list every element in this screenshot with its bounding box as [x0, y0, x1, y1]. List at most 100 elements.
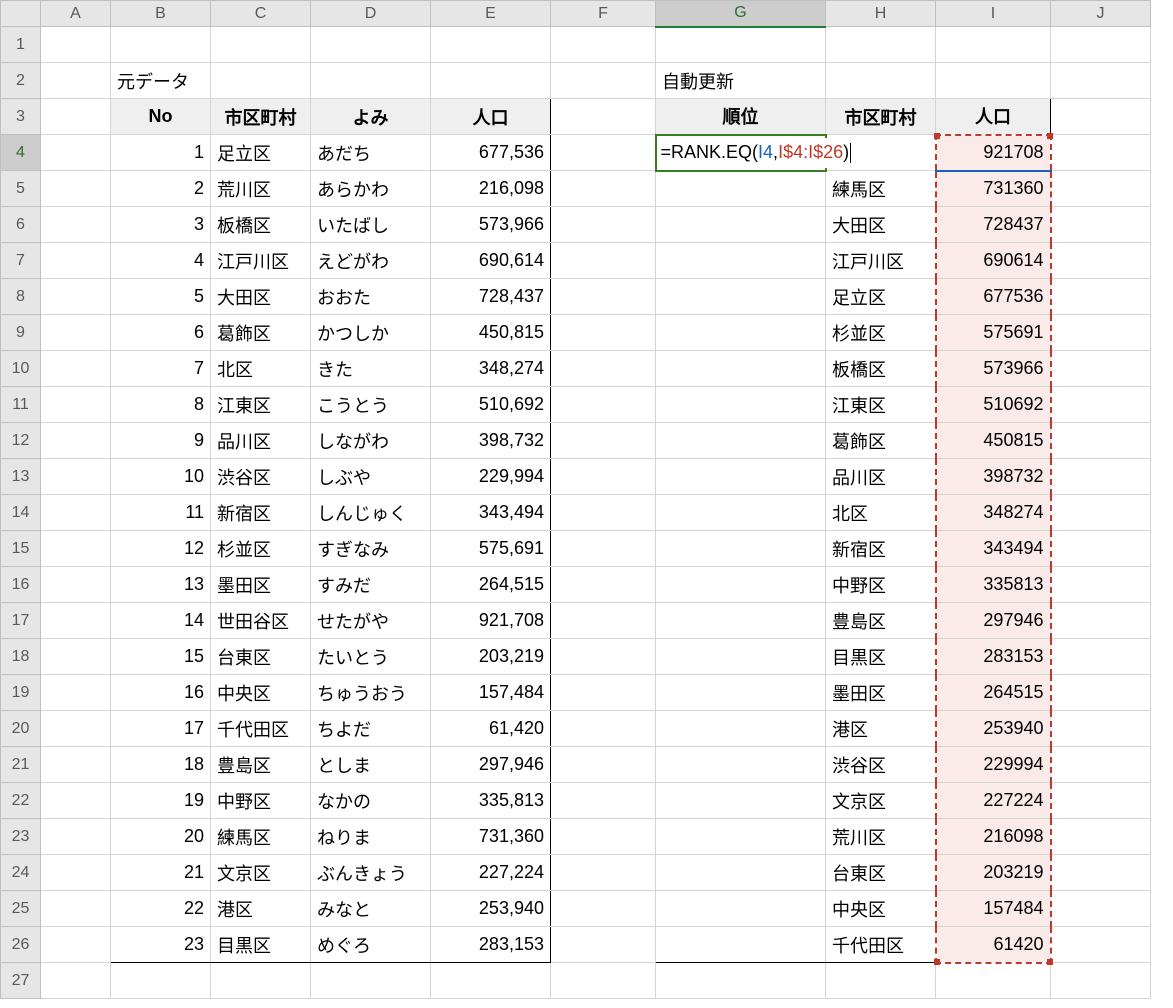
cell-J25[interactable]: [1051, 891, 1151, 927]
cell-F4[interactable]: [551, 135, 656, 171]
cell-F17[interactable]: [551, 603, 656, 639]
cell-H23[interactable]: 荒川区: [826, 819, 936, 855]
cell-B11[interactable]: 8: [111, 387, 211, 423]
cell-A19[interactable]: [41, 675, 111, 711]
cell-F26[interactable]: [551, 927, 656, 963]
cell-F9[interactable]: [551, 315, 656, 351]
cell-J13[interactable]: [1051, 459, 1151, 495]
cell-G11[interactable]: [656, 387, 826, 423]
cell-G24[interactable]: [656, 855, 826, 891]
cell-J16[interactable]: [1051, 567, 1151, 603]
cell-J19[interactable]: [1051, 675, 1151, 711]
cell-F3[interactable]: [551, 99, 656, 135]
cell-I20[interactable]: 253940: [936, 711, 1051, 747]
cell-B7[interactable]: 4: [111, 243, 211, 279]
cell-B3[interactable]: No: [111, 99, 211, 135]
cell-D8[interactable]: おおた: [311, 279, 431, 315]
cell-B27[interactable]: [111, 963, 211, 999]
cell-E22[interactable]: 335,813: [431, 783, 551, 819]
cell-D4[interactable]: あだち: [311, 135, 431, 171]
cell-G10[interactable]: [656, 351, 826, 387]
cell-G15[interactable]: [656, 531, 826, 567]
cell-C23[interactable]: 練馬区: [211, 819, 311, 855]
cell-A9[interactable]: [41, 315, 111, 351]
cell-J8[interactable]: [1051, 279, 1151, 315]
cell-J24[interactable]: [1051, 855, 1151, 891]
cell-C2[interactable]: [211, 63, 311, 99]
cell-I19[interactable]: 264515: [936, 675, 1051, 711]
cell-C7[interactable]: 江戸川区: [211, 243, 311, 279]
cell-E12[interactable]: 398,732: [431, 423, 551, 459]
cell-E17[interactable]: 921,708: [431, 603, 551, 639]
cell-J10[interactable]: [1051, 351, 1151, 387]
row-header-6[interactable]: 6: [1, 207, 41, 243]
cell-F25[interactable]: [551, 891, 656, 927]
cell-I2[interactable]: [936, 63, 1051, 99]
cell-D6[interactable]: いたばし: [311, 207, 431, 243]
row-header-11[interactable]: 11: [1, 387, 41, 423]
column-header-C[interactable]: C: [211, 1, 311, 27]
cell-B25[interactable]: 22: [111, 891, 211, 927]
cell-C22[interactable]: 中野区: [211, 783, 311, 819]
cell-A15[interactable]: [41, 531, 111, 567]
cell-B18[interactable]: 15: [111, 639, 211, 675]
cell-D23[interactable]: ねりま: [311, 819, 431, 855]
column-header-H[interactable]: H: [826, 1, 936, 27]
cell-B6[interactable]: 3: [111, 207, 211, 243]
cell-B21[interactable]: 18: [111, 747, 211, 783]
cell-G13[interactable]: [656, 459, 826, 495]
cell-E16[interactable]: 264,515: [431, 567, 551, 603]
row-header-15[interactable]: 15: [1, 531, 41, 567]
cell-G27[interactable]: [656, 963, 826, 999]
cell-B23[interactable]: 20: [111, 819, 211, 855]
cell-A24[interactable]: [41, 855, 111, 891]
cell-B10[interactable]: 7: [111, 351, 211, 387]
cell-C20[interactable]: 千代田区: [211, 711, 311, 747]
cell-A13[interactable]: [41, 459, 111, 495]
cell-D7[interactable]: えどがわ: [311, 243, 431, 279]
cell-F7[interactable]: [551, 243, 656, 279]
cell-E4[interactable]: 677,536: [431, 135, 551, 171]
cell-J12[interactable]: [1051, 423, 1151, 459]
cell-A4[interactable]: [41, 135, 111, 171]
cell-D19[interactable]: ちゅうおう: [311, 675, 431, 711]
cell-B13[interactable]: 10: [111, 459, 211, 495]
cell-H15[interactable]: 新宿区: [826, 531, 936, 567]
cell-I9[interactable]: 575691: [936, 315, 1051, 351]
cell-I16[interactable]: 335813: [936, 567, 1051, 603]
cell-J21[interactable]: [1051, 747, 1151, 783]
cell-J1[interactable]: [1051, 27, 1151, 63]
cell-B2[interactable]: 元データ: [111, 63, 211, 99]
cell-E18[interactable]: 203,219: [431, 639, 551, 675]
cell-J11[interactable]: [1051, 387, 1151, 423]
column-header-J[interactable]: J: [1051, 1, 1151, 27]
cell-D1[interactable]: [311, 27, 431, 63]
cell-H16[interactable]: 中野区: [826, 567, 936, 603]
cell-F12[interactable]: [551, 423, 656, 459]
cell-B12[interactable]: 9: [111, 423, 211, 459]
cell-J17[interactable]: [1051, 603, 1151, 639]
cell-C17[interactable]: 世田谷区: [211, 603, 311, 639]
cell-E24[interactable]: 227,224: [431, 855, 551, 891]
cell-D12[interactable]: しながわ: [311, 423, 431, 459]
cell-H24[interactable]: 台東区: [826, 855, 936, 891]
cell-H25[interactable]: 中央区: [826, 891, 936, 927]
cell-I7[interactable]: 690614: [936, 243, 1051, 279]
column-header-D[interactable]: D: [311, 1, 431, 27]
cell-J26[interactable]: [1051, 927, 1151, 963]
cell-G18[interactable]: [656, 639, 826, 675]
cell-I23[interactable]: 216098: [936, 819, 1051, 855]
cell-J4[interactable]: [1051, 135, 1151, 171]
cell-D22[interactable]: なかの: [311, 783, 431, 819]
row-header-2[interactable]: 2: [1, 63, 41, 99]
cell-I22[interactable]: 227224: [936, 783, 1051, 819]
cell-H6[interactable]: 大田区: [826, 207, 936, 243]
active-formula-cell[interactable]: =RANK.EQ(I4,I$4:I$26): [656, 135, 826, 171]
formula-editor[interactable]: =RANK.EQ(I4,I$4:I$26): [659, 138, 855, 168]
cell-H14[interactable]: 北区: [826, 495, 936, 531]
cell-A7[interactable]: [41, 243, 111, 279]
row-header-9[interactable]: 9: [1, 315, 41, 351]
cell-C14[interactable]: 新宿区: [211, 495, 311, 531]
cell-I5[interactable]: 731360: [936, 171, 1051, 207]
cell-E6[interactable]: 573,966: [431, 207, 551, 243]
